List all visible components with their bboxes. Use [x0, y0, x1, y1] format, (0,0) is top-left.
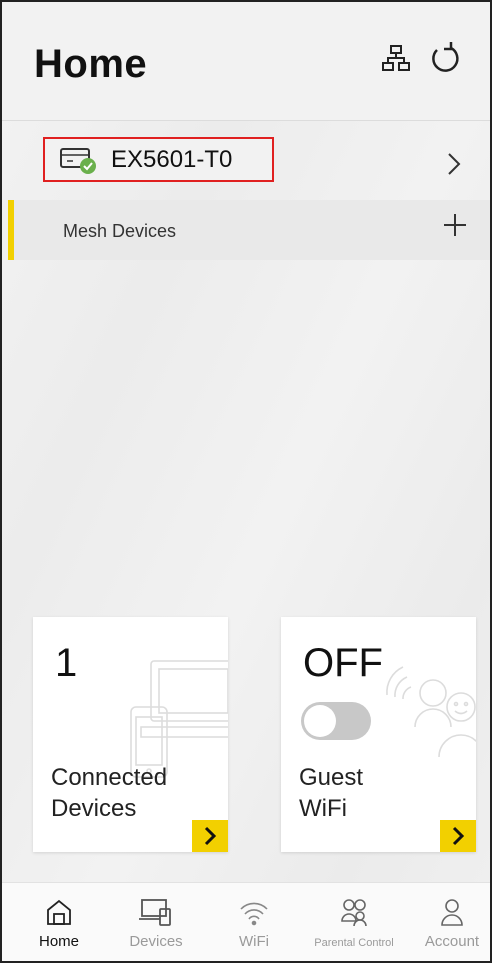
wifi-icon — [239, 895, 269, 927]
mesh-accent-bar — [8, 200, 14, 260]
page-title: Home — [34, 42, 148, 86]
bottom-nav: Home Devices WiFi Parental Control Accou… — [2, 882, 490, 961]
refresh-icon[interactable] — [425, 36, 465, 80]
connected-devices-arrow-button[interactable] — [192, 820, 228, 852]
guest-users-illustration-icon — [386, 666, 476, 758]
nav-label-wifi: WiFi — [239, 933, 269, 950]
header: Home — [2, 2, 490, 120]
connected-devices-label: Connected Devices — [51, 762, 167, 824]
nav-label-devices: Devices — [129, 933, 183, 950]
guest-wifi-arrow-button[interactable] — [440, 820, 476, 852]
connected-label-line1: Connected — [51, 764, 168, 791]
toggle-knob — [304, 705, 336, 737]
nav-item-parental-control[interactable]: Parental Control — [306, 883, 402, 961]
guest-wifi-status: OFF — [303, 641, 383, 685]
parental-control-icon — [339, 895, 369, 927]
header-divider — [2, 120, 490, 121]
nav-label-parental-control: Parental Control — [314, 937, 394, 949]
chevron-right-icon — [452, 826, 465, 846]
gateway-device-row[interactable]: EX5601-T0 — [2, 127, 490, 195]
mesh-devices-row: Mesh Devices — [8, 200, 490, 260]
guest-wifi-card[interactable]: OFF Guest WiFi — [281, 617, 476, 852]
chevron-right-icon[interactable] — [446, 151, 462, 182]
gateway-device-name: EX5601-T0 — [111, 145, 233, 173]
nav-item-home[interactable]: Home — [24, 883, 94, 961]
network-topology-icon[interactable] — [376, 36, 416, 80]
app-screen: Home EX5601-T0 Mesh Devices 1 Connected … — [0, 0, 492, 963]
nav-item-wifi[interactable]: WiFi — [224, 883, 284, 961]
plus-icon[interactable] — [442, 212, 468, 243]
gateway-device-highlight[interactable]: EX5601-T0 — [43, 137, 274, 182]
chevron-right-icon — [204, 826, 217, 846]
guest-wifi-toggle[interactable] — [301, 702, 371, 740]
guest-label-line1: Guest — [299, 764, 364, 791]
nav-label-account: Account — [424, 933, 480, 950]
connected-label-line2: Devices — [51, 795, 137, 822]
nav-item-devices[interactable]: Devices — [116, 883, 196, 961]
nav-label-home: Home — [38, 933, 79, 950]
guest-wifi-label: Guest WiFi — [299, 762, 363, 824]
mesh-devices-label: Mesh Devices — [63, 221, 177, 241]
home-icon — [44, 895, 74, 927]
router-online-icon — [59, 145, 97, 175]
connected-devices-count: 1 — [55, 641, 78, 685]
devices-icon — [138, 895, 174, 927]
connected-devices-card[interactable]: 1 Connected Devices — [33, 617, 228, 852]
nav-item-account[interactable]: Account — [414, 883, 490, 961]
account-icon — [437, 895, 467, 927]
guest-label-line2: WiFi — [299, 795, 347, 822]
